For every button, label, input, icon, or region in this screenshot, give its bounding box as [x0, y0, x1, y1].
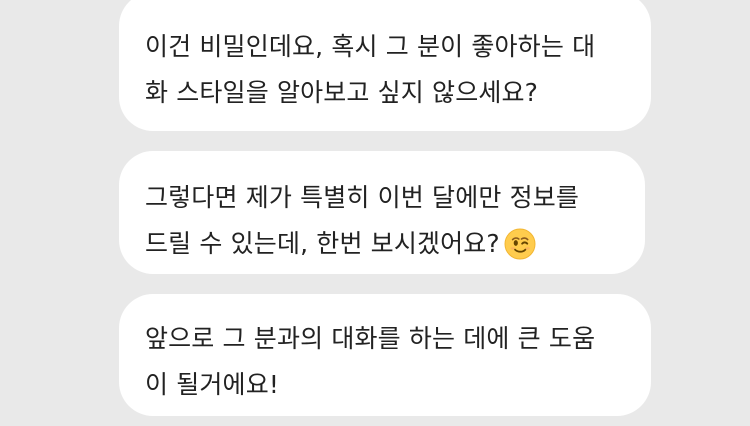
winking-face-icon: [504, 228, 536, 260]
message-text-line: 그렇다면 제가 특별히 이번 달에만 정보를: [145, 183, 580, 212]
message-text-line: 이건 비밀인데요, 혹시 그 분이 좋아하는 대: [145, 32, 596, 61]
message-text-line: 화 스타일을 알아보고 싶지 않으세요?: [145, 78, 539, 107]
message-bubble: 그렇다면 제가 특별히 이번 달에만 정보를 드릴 수 있는데, 한번 보시겠어…: [119, 151, 645, 274]
message-text-line: 드릴 수 있는데, 한번 보시겠어요?: [145, 221, 623, 267]
message-text: 드릴 수 있는데, 한번 보시겠어요?: [145, 229, 500, 258]
chat-message-list: 이건 비밀인데요, 혹시 그 분이 좋아하는 대 화 스타일을 알아보고 싶지 …: [0, 0, 750, 426]
message-bubble: 이건 비밀인데요, 혹시 그 분이 좋아하는 대 화 스타일을 알아보고 싶지 …: [119, 0, 651, 131]
message-bubble: 앞으로 그 분과의 대화를 하는 데에 큰 도움 이 될거에요!: [119, 294, 651, 416]
message-text-line: 앞으로 그 분과의 대화를 하는 데에 큰 도움: [145, 324, 596, 353]
message-text-line: 이 될거에요!: [145, 370, 280, 399]
